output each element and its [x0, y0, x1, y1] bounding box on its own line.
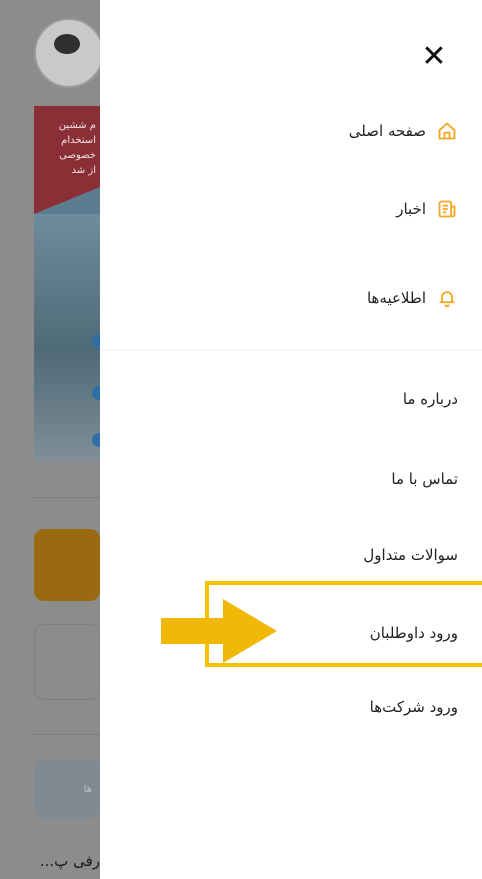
carousel-dot [92, 433, 100, 447]
menu-item-faq[interactable]: سوالات متداول [363, 546, 458, 564]
news-icon [436, 198, 458, 220]
menu-item-home[interactable]: صفحه اصلی [349, 120, 458, 142]
menu-item-news[interactable]: اخبار [396, 198, 458, 220]
menu-item-label: اطلاعیه‌ها [366, 289, 426, 307]
menu-item-contact[interactable]: تماس با ما [391, 470, 458, 488]
menu-section-divider [100, 349, 482, 350]
menu-item-label: اخبار [396, 200, 426, 218]
banner-scene [34, 214, 100, 461]
carousel-dot [92, 386, 100, 400]
menu-item-label: تماس با ما [391, 470, 458, 488]
banner-text-line: از شد [71, 165, 96, 176]
menu-item-label: درباره ما [402, 390, 458, 408]
bell-icon [436, 287, 458, 309]
menu-item-label: سوالات متداول [363, 546, 458, 564]
banner-text-line: خصوصی [59, 150, 96, 161]
pointer-arrow [161, 599, 277, 663]
background-chip: ها [34, 760, 100, 818]
divider [34, 497, 100, 498]
divider [34, 734, 100, 735]
carousel-dot [92, 334, 100, 348]
orange-card [34, 529, 100, 601]
menu-item-company-login[interactable]: ورود شرکت‌ها [370, 698, 458, 716]
background-bottom-text: رفی پ... [39, 852, 100, 870]
navigation-drawer: ✕ صفحه اصلی اخبار اطلاعیه‌ها درباره ما ت… [100, 0, 482, 879]
banner-text-line: م ششین [58, 120, 96, 131]
profile-avatar [34, 18, 100, 88]
background-chip-label: ها [83, 784, 92, 795]
banner-text-line: استخدام [61, 135, 96, 146]
menu-item-label: ورود شرکت‌ها [369, 698, 458, 716]
menu-item-about[interactable]: درباره ما [403, 390, 458, 408]
menu-item-announcements[interactable]: اطلاعیه‌ها [367, 287, 458, 309]
outlined-card [34, 624, 100, 700]
close-icon: ✕ [421, 39, 447, 74]
home-icon [436, 120, 458, 142]
close-button[interactable]: ✕ [416, 39, 452, 75]
menu-item-label: صفحه اصلی [348, 122, 426, 140]
background-page: م ششین استخدام خصوصی از شد ها رفی پ... [0, 0, 100, 879]
